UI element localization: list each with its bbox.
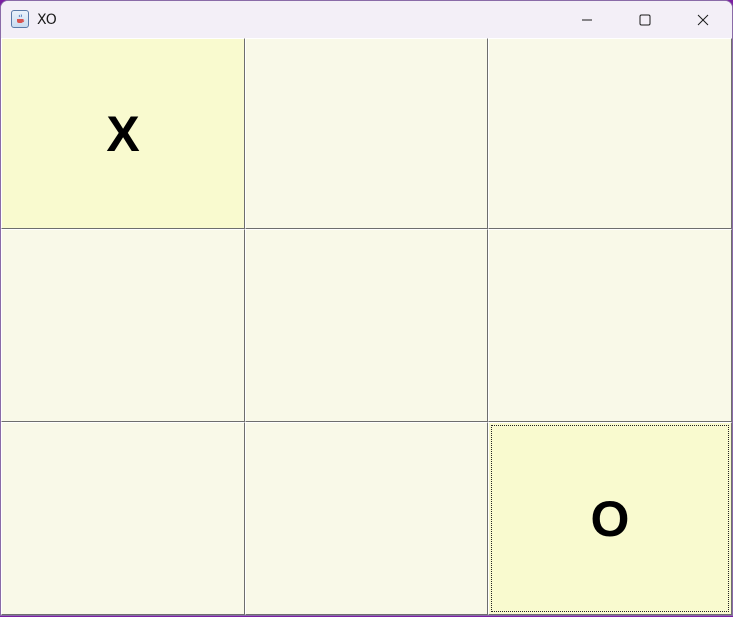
maximize-icon bbox=[639, 14, 651, 25]
close-icon bbox=[697, 14, 709, 25]
minimize-icon bbox=[582, 19, 592, 20]
maximize-button[interactable] bbox=[616, 1, 674, 38]
cell-mark: X bbox=[106, 105, 140, 162]
board-cell-9[interactable]: O bbox=[488, 422, 732, 615]
close-button[interactable] bbox=[674, 1, 732, 38]
board-cell-5[interactable] bbox=[245, 229, 488, 422]
java-cup-icon bbox=[11, 10, 29, 28]
game-board: X O bbox=[1, 38, 732, 615]
cell-mark: O bbox=[590, 490, 630, 547]
board-cell-8[interactable] bbox=[245, 422, 488, 615]
board-cell-7[interactable] bbox=[1, 422, 245, 615]
board-cell-6[interactable] bbox=[488, 229, 732, 422]
minimize-button[interactable] bbox=[558, 1, 616, 38]
title-bar[interactable]: XO bbox=[1, 1, 732, 38]
board-cell-2[interactable] bbox=[245, 38, 488, 229]
app-window: XO X O bbox=[0, 0, 733, 616]
board-cell-1[interactable]: X bbox=[1, 38, 245, 229]
window-title: XO bbox=[37, 12, 57, 28]
board-cell-4[interactable] bbox=[1, 229, 245, 422]
board-cell-3[interactable] bbox=[488, 38, 732, 229]
